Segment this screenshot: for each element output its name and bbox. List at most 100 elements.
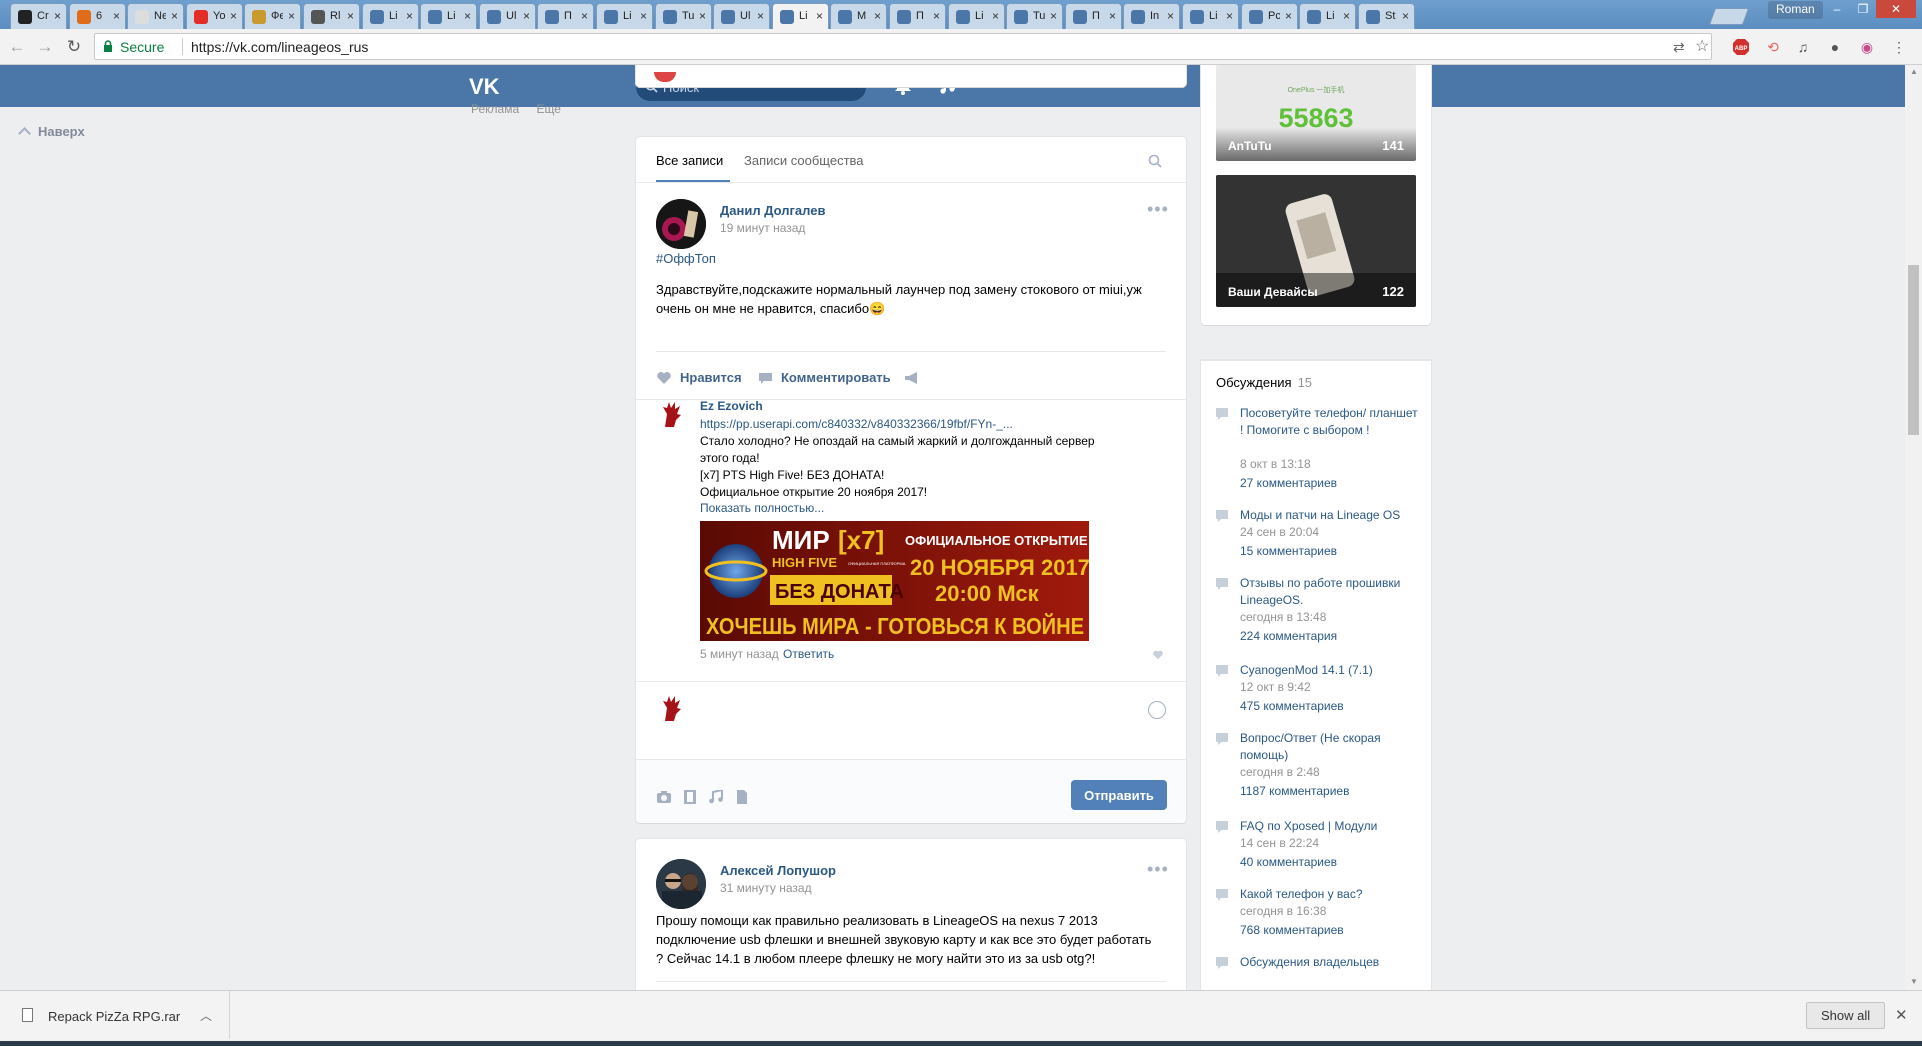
audio-icon[interactable] xyxy=(708,790,724,804)
like-heart-icon[interactable] xyxy=(656,371,672,385)
comment-link[interactable]: https://pp.userapi.com/c840332/v84033236… xyxy=(700,417,1013,431)
camera-icon[interactable] xyxy=(656,790,672,804)
vk-logo-icon[interactable]: VK xyxy=(469,74,505,98)
browser-tab[interactable]: П × xyxy=(537,3,594,29)
adblock-extension-icon[interactable]: ABP xyxy=(1732,38,1750,56)
browser-tab[interactable]: Li × xyxy=(948,3,1005,29)
discussion-title[interactable]: Отзывы по работе прошивки LineageOS. xyxy=(1240,575,1418,609)
post-time[interactable]: 19 минут назад xyxy=(720,221,805,235)
tab-close-icon[interactable]: × xyxy=(1343,9,1350,23)
album-antutu[interactable]: OnePlus 一加手机 55863 AnTuTu 141 xyxy=(1216,65,1416,161)
tab-close-icon[interactable]: × xyxy=(640,9,647,23)
tab-close-icon[interactable]: × xyxy=(1226,9,1233,23)
tab-close-icon[interactable]: × xyxy=(757,9,764,23)
download-item[interactable]: Repack PizZa RPG.rar ︿ xyxy=(0,991,230,1039)
tab-close-icon[interactable]: × xyxy=(992,9,999,23)
comment-like-icon[interactable] xyxy=(1152,650,1164,660)
browser-tab[interactable]: Yo × xyxy=(186,3,243,29)
discussion-title[interactable]: Посоветуйте телефон/ планшет ! Помогите … xyxy=(1240,405,1418,439)
browser-tab[interactable]: П × xyxy=(889,3,946,29)
extension-icon-3[interactable]: ♫ xyxy=(1794,38,1812,56)
avatar[interactable] xyxy=(656,199,706,249)
tab-all-posts[interactable]: Все записи xyxy=(656,153,723,168)
tab-close-icon[interactable]: × xyxy=(874,9,881,23)
video-icon[interactable] xyxy=(682,790,698,804)
chevron-up-icon[interactable]: ︿ xyxy=(200,1007,212,1024)
discussion-comments[interactable]: 15 комментариев xyxy=(1240,544,1337,558)
discussion-title[interactable]: CyanogenMod 14.1 (7.1) xyxy=(1240,662,1418,679)
album-devices[interactable]: Ваши Девайсы 122 xyxy=(1216,175,1416,307)
tab-close-icon[interactable]: × xyxy=(581,9,588,23)
discussion-title[interactable]: Вопрос/Ответ (Не скорая помощь) xyxy=(1240,730,1418,764)
tab-close-icon[interactable]: × xyxy=(347,9,354,23)
browser-tab[interactable]: Rl × xyxy=(303,3,360,29)
tab-close-icon[interactable]: × xyxy=(230,9,237,23)
restore-icon[interactable]: ❐ xyxy=(1850,0,1876,18)
wall-search-icon[interactable] xyxy=(1148,154,1162,168)
reply-link[interactable]: Ответить xyxy=(783,647,834,661)
show-more-link[interactable]: Показать полностью... xyxy=(700,501,824,515)
discussion-title[interactable]: Какой телефон у вас? xyxy=(1240,886,1418,903)
discussion-comments[interactable]: 40 комментариев xyxy=(1240,855,1337,869)
discussion-title[interactable]: FAQ по Xposed | Модули xyxy=(1240,818,1418,835)
tab-close-icon[interactable]: × xyxy=(113,9,120,23)
comment-button[interactable]: Комментировать xyxy=(781,370,891,385)
translate-icon[interactable]: ⇄ xyxy=(1673,39,1685,56)
discussion-comments[interactable]: 1187 комментариев xyxy=(1240,784,1349,798)
extension-icon-5[interactable]: ◉ xyxy=(1858,38,1876,56)
browser-tab[interactable]: Li × xyxy=(1182,3,1239,29)
browser-tab[interactable]: Ul × xyxy=(479,3,536,29)
reload-icon[interactable]: ↻ xyxy=(63,36,85,58)
like-button[interactable]: Нравится xyxy=(680,370,742,385)
browser-tab[interactable]: Tu × xyxy=(1006,3,1063,29)
post-hashtag[interactable]: #ОффТоп xyxy=(656,251,716,266)
page-scrollbar[interactable]: ▲ ▼ xyxy=(1905,65,1922,990)
discussion-comments[interactable]: 768 комментариев xyxy=(1240,923,1344,937)
send-button[interactable]: Отправить xyxy=(1071,780,1167,810)
bookmark-star-icon[interactable]: ☆ xyxy=(1695,36,1709,56)
browser-tab[interactable]: П × xyxy=(1065,3,1122,29)
comment-icon[interactable] xyxy=(758,372,773,385)
browser-tab[interactable]: Li × xyxy=(362,3,419,29)
share-megaphone-icon[interactable] xyxy=(904,371,920,385)
tab-close-icon[interactable]: × xyxy=(406,9,413,23)
minimize-icon[interactable]: – xyxy=(1824,0,1850,18)
tab-close-icon[interactable]: × xyxy=(464,9,471,23)
browser-tab[interactable]: Ul × xyxy=(713,3,770,29)
browser-tab[interactable]: In × xyxy=(1123,3,1180,29)
comment-time[interactable]: 5 минут назад xyxy=(700,647,779,661)
post-author[interactable]: Алексей Лопушор xyxy=(720,863,836,878)
document-icon[interactable] xyxy=(734,790,750,804)
browser-tab[interactable]: Li × xyxy=(596,3,653,29)
browser-tab[interactable]: Li × xyxy=(1299,3,1356,29)
back-icon[interactable]: ← xyxy=(6,36,28,58)
browser-tab[interactable]: Фе × xyxy=(244,3,301,29)
browser-tab[interactable]: St × xyxy=(1358,3,1415,29)
more-link[interactable]: Еще xyxy=(536,102,560,116)
tab-close-icon[interactable]: × xyxy=(171,9,178,23)
browser-tab[interactable]: Tu × xyxy=(655,3,712,29)
discussion-comments[interactable]: 224 комментария xyxy=(1240,629,1337,643)
browser-tab[interactable]: Cr × xyxy=(10,3,67,29)
post-author[interactable]: Данил Долгалев xyxy=(720,203,825,218)
post-time[interactable]: 31 минуту назад xyxy=(720,881,812,895)
tab-close-icon[interactable]: × xyxy=(1285,9,1292,23)
emoji-smile-icon[interactable] xyxy=(1148,701,1166,719)
new-tab-button[interactable] xyxy=(1708,8,1750,25)
comment-author[interactable]: Ez Ezovich xyxy=(700,399,763,413)
browser-tab[interactable]: Li × xyxy=(772,3,829,29)
tab-close-icon[interactable]: × xyxy=(1050,9,1057,23)
scrollbar-thumb[interactable] xyxy=(1908,265,1919,435)
tab-close-icon[interactable]: × xyxy=(54,9,61,23)
discussion-title[interactable]: Обсуждения владельцев xyxy=(1240,954,1418,971)
extension-icon-2[interactable]: ⟲ xyxy=(1764,38,1782,56)
discussions-header[interactable]: Обсуждения 15 xyxy=(1216,375,1312,390)
extension-icon-4[interactable]: ● xyxy=(1826,38,1844,56)
browser-tab[interactable]: Li × xyxy=(420,3,477,29)
tab-close-icon[interactable]: × xyxy=(933,9,940,23)
browser-tab[interactable]: M × xyxy=(830,3,887,29)
address-bar[interactable]: Secure https://vk.com/lineageos_rus ⇄ ☆ xyxy=(94,33,1712,60)
scroll-to-top[interactable]: Наверх xyxy=(18,124,85,140)
show-all-button[interactable]: Show all xyxy=(1806,1002,1886,1029)
close-icon[interactable]: ✕ xyxy=(1895,1006,1908,1024)
